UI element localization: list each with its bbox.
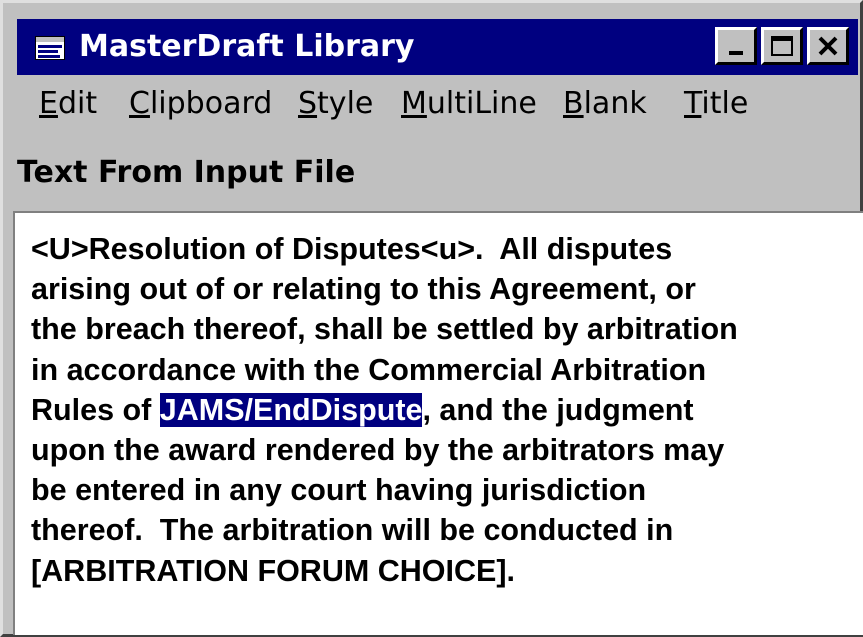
app-icon[interactable] [34,35,66,61]
input-text-area[interactable]: <U>Resolution of Disputes<u>. All disput… [13,211,863,635]
text-line: <U>Resolution of Disputes<u>. All disput… [31,232,673,266]
text-line: [ARBITRATION FORUM CHOICE]. [31,553,515,588]
text-line: upon the award rendered by the arbitrato… [31,433,725,468]
input-file-label: Text From Input File [17,155,356,190]
menu-clipboard[interactable]: Clipboard [129,85,272,123]
minimize-icon [729,51,743,55]
text-line: thereof. The arbitration will be conduct… [31,513,674,548]
menu-title[interactable]: Title [684,85,748,123]
maximize-button[interactable] [761,27,803,65]
document-text[interactable]: <U>Resolution of Disputes<u>. All disput… [31,229,863,591]
menu-blank[interactable]: Blank [563,85,647,123]
text-line: arising out of or relating to this Agree… [31,272,696,307]
menu-multiline[interactable]: MultiLine [401,85,537,123]
menu-style[interactable]: Style [298,85,373,123]
menu-edit[interactable]: Edit [39,85,97,123]
text-line: the breach thereof, shall be settled by … [31,312,738,347]
text-line-part: , and the judgment [422,392,694,427]
menu-bar: Edit Clipboard Style MultiLine Blank Tit… [17,81,858,125]
window-title: MasterDraft Library [79,29,415,64]
close-button[interactable] [807,27,849,65]
title-bar[interactable]: MasterDraft Library [17,19,858,75]
text-line-part: Rules of [31,392,160,427]
maximize-icon [771,36,793,56]
app-window: MasterDraft Library Edit Clipboard Style… [0,0,863,637]
minimize-button[interactable] [715,27,757,65]
text-line: be entered in any court having jurisdict… [31,473,647,508]
text-line: in accordance with the Commercial Arbitr… [31,352,707,387]
selected-text[interactable]: JAMS/EndDispute [159,392,423,427]
close-icon [818,36,838,56]
